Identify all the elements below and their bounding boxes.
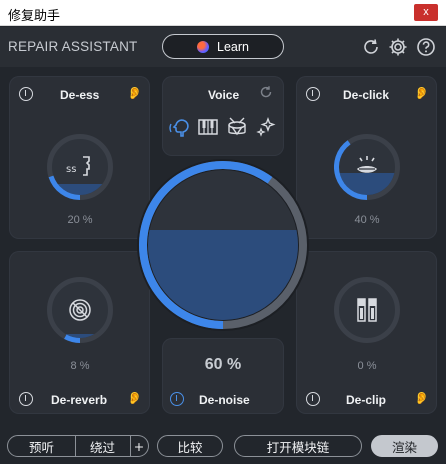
preview-button[interactable]: 预听 <box>7 435 76 457</box>
bypass-plus-button[interactable]: + <box>130 435 149 457</box>
de-click-listen-icon[interactable]: 👂 <box>414 86 429 100</box>
de-ess-title: De-ess <box>60 88 100 102</box>
brand-title: REPAIR ASSISTANT <box>8 39 138 54</box>
bypass-button[interactable]: 绕过 <box>75 435 131 457</box>
voice-type-speech-icon[interactable] <box>166 114 192 140</box>
compare-button[interactable]: 比较 <box>157 435 223 457</box>
de-ess-power-icon[interactable] <box>19 87 33 101</box>
de-noise-dial <box>137 159 309 331</box>
clip-meter-icon <box>357 298 377 322</box>
de-reverb-title: De-reverb <box>51 393 108 407</box>
render-button[interactable]: 渲染 <box>371 435 438 457</box>
de-clip-panel: 0 % De-clip 👂 <box>296 251 437 414</box>
voice-title: Voice <box>208 88 240 102</box>
history-icon[interactable] <box>361 37 381 57</box>
de-click-power-icon[interactable] <box>306 87 320 101</box>
de-noise-big-knob[interactable] <box>136 158 310 332</box>
de-noise-percent: 60 % <box>204 356 242 373</box>
de-clip-power-icon[interactable] <box>306 392 320 406</box>
de-click-title: De-click <box>343 88 390 102</box>
reverb-rings-icon <box>69 299 91 321</box>
window-title: 修复助手 <box>8 9 61 24</box>
de-click-percent: 40 % <box>354 214 380 226</box>
voice-type-drum-icon[interactable] <box>224 114 250 140</box>
sibilance-icon: ss <box>66 156 90 176</box>
de-reverb-panel: 8 % De-reverb 👂 <box>9 251 150 414</box>
de-ess-knob[interactable]: ss <box>47 134 113 200</box>
open-module-chain-button[interactable]: 打开模块链 <box>234 435 362 457</box>
mouth-click-icon <box>357 156 377 173</box>
learn-orb-icon <box>197 40 209 53</box>
voice-type-other-sparkle-icon[interactable] <box>253 114 279 140</box>
help-icon[interactable] <box>416 37 436 57</box>
de-ess-percent: 20 % <box>67 214 93 226</box>
de-clip-knob[interactable] <box>334 277 400 343</box>
learn-label: Learn <box>217 39 249 54</box>
gear-icon[interactable] <box>388 37 408 57</box>
de-noise-power-icon[interactable] <box>170 392 184 406</box>
de-ess-listen-icon[interactable]: 👂 <box>127 86 142 100</box>
de-clip-listen-icon[interactable]: 👂 <box>414 391 429 405</box>
de-click-panel: De-click 👂 40 % <box>296 76 437 239</box>
svg-text:ss: ss <box>66 164 76 175</box>
de-noise-title: De-noise <box>199 393 250 407</box>
de-reverb-percent: 8 % <box>70 360 90 372</box>
close-button[interactable]: x <box>414 4 438 21</box>
de-reverb-listen-icon[interactable]: 👂 <box>127 391 142 405</box>
app-header: REPAIR ASSISTANT Learn <box>0 27 446 67</box>
bottom-toolbar: 预听 绕过 + 比较 打开模块链 渲染 <box>0 429 446 464</box>
voice-type-piano-icon[interactable] <box>195 114 221 140</box>
voice-refresh-icon[interactable] <box>259 85 273 99</box>
de-clip-percent: 0 % <box>357 360 377 372</box>
de-ess-panel: De-ess 👂 ss 20 % <box>9 76 150 239</box>
window-titlebar: 修复助手 x <box>0 0 446 26</box>
de-reverb-knob[interactable] <box>47 277 113 343</box>
de-reverb-power-icon[interactable] <box>19 392 33 406</box>
de-clip-title: De-clip <box>346 393 387 407</box>
de-noise-panel: De-noise <box>162 338 284 414</box>
de-click-knob[interactable] <box>334 134 400 200</box>
learn-button[interactable]: Learn <box>162 34 284 59</box>
